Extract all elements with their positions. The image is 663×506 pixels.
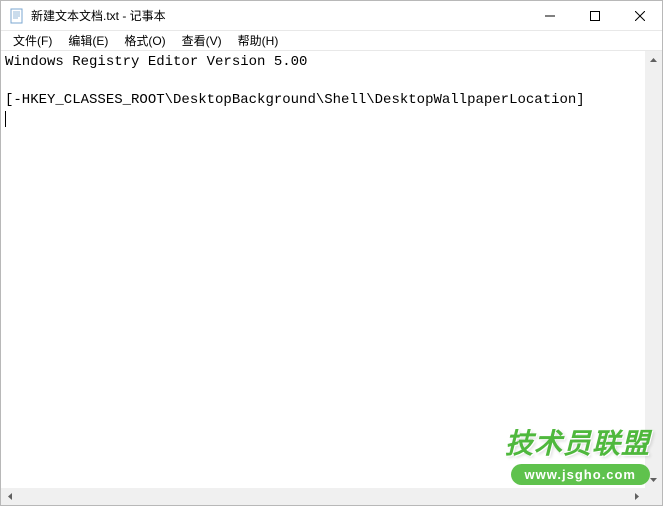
menu-file[interactable]: 文件(F) [5, 30, 60, 51]
window-controls [527, 1, 662, 30]
menu-help[interactable]: 帮助(H) [230, 30, 287, 51]
minimize-button[interactable] [527, 1, 572, 31]
scroll-track-vertical[interactable] [645, 68, 662, 471]
vertical-scrollbar[interactable] [645, 51, 662, 488]
scroll-right-icon[interactable] [628, 488, 645, 505]
menu-view[interactable]: 查看(V) [174, 30, 230, 51]
notepad-icon [9, 8, 25, 24]
menu-format[interactable]: 格式(O) [116, 30, 173, 51]
maximize-button[interactable] [572, 1, 617, 31]
scroll-down-icon[interactable] [645, 471, 662, 488]
editor-line: Windows Registry Editor Version 5.00 [5, 54, 307, 70]
menu-edit[interactable]: 编辑(E) [60, 30, 116, 51]
editor-line: [-HKEY_CLASSES_ROOT\DesktopBackground\Sh… [5, 92, 585, 108]
editor-content[interactable]: Windows Registry Editor Version 5.00 [-H… [1, 51, 662, 131]
titlebar: 新建文本文档.txt - 记事本 [1, 1, 662, 31]
menubar: 文件(F) 编辑(E) 格式(O) 查看(V) 帮助(H) [1, 31, 662, 51]
scroll-track-horizontal[interactable] [18, 488, 628, 505]
scroll-corner [645, 488, 662, 505]
editor-area[interactable]: Windows Registry Editor Version 5.00 [-H… [1, 51, 662, 488]
scroll-left-icon[interactable] [1, 488, 18, 505]
scroll-up-icon[interactable] [645, 51, 662, 68]
window-title: 新建文本文档.txt - 记事本 [31, 7, 527, 24]
text-cursor [5, 111, 6, 127]
close-button[interactable] [617, 1, 662, 31]
horizontal-scrollbar[interactable] [1, 488, 645, 505]
